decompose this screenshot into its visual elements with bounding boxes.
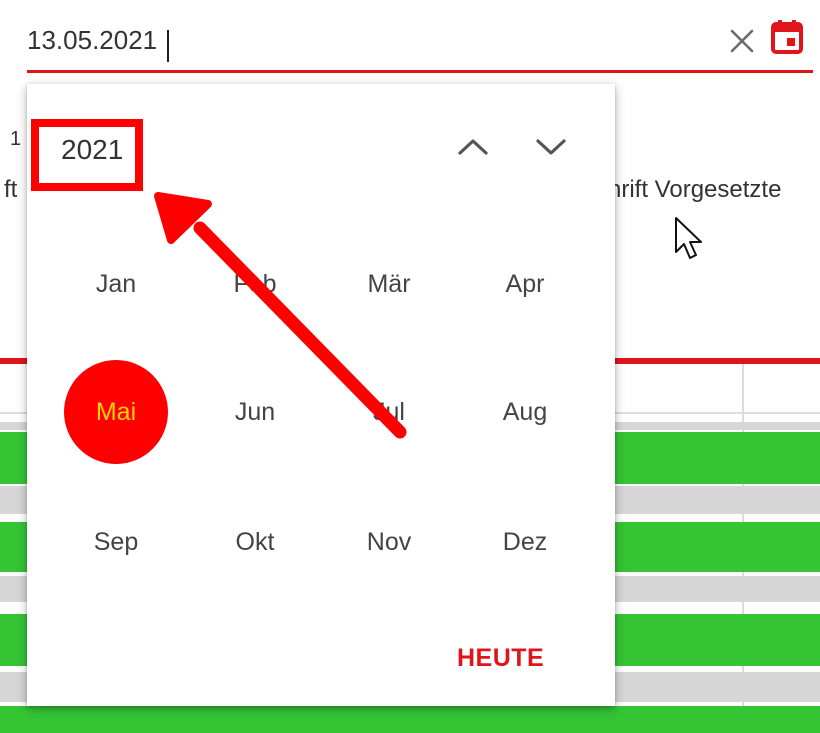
month-jun[interactable]: Jun xyxy=(203,360,307,464)
month-may-selected[interactable]: Mai xyxy=(64,360,168,464)
date-input[interactable] xyxy=(27,22,627,58)
table-row-status-bar xyxy=(0,706,820,733)
mouse-pointer-icon xyxy=(675,217,702,259)
annotation-highlight-box xyxy=(31,119,143,191)
month-dec[interactable]: Dez xyxy=(473,490,577,594)
today-button[interactable]: HEUTE xyxy=(457,644,544,673)
close-icon xyxy=(730,29,754,53)
background-text-fragment: ft xyxy=(4,176,18,203)
month-aug[interactable]: Aug xyxy=(473,360,577,464)
month-nov[interactable]: Nov xyxy=(337,490,441,594)
date-field[interactable] xyxy=(27,10,813,73)
calendar-icon xyxy=(771,20,803,54)
month-feb[interactable]: Feb xyxy=(203,232,307,336)
month-oct[interactable]: Okt xyxy=(203,490,307,594)
chevron-up-icon xyxy=(458,139,488,155)
chevron-down-icon xyxy=(536,139,566,155)
next-year-button[interactable] xyxy=(533,132,569,162)
background-text-fragment: 1 xyxy=(10,128,22,150)
previous-year-button[interactable] xyxy=(455,132,491,162)
month-mar[interactable]: Mär xyxy=(337,232,441,336)
clear-button[interactable] xyxy=(727,26,757,56)
month-apr[interactable]: Apr xyxy=(473,232,577,336)
calendar-button[interactable] xyxy=(769,18,805,56)
month-picker-popup: 2021 Jan Feb Mär Apr Mai Jun Jul Aug Sep… xyxy=(27,84,615,706)
month-jul[interactable]: Jul xyxy=(337,360,441,464)
month-jan[interactable]: Jan xyxy=(64,232,168,336)
month-sep[interactable]: Sep xyxy=(64,490,168,594)
column-header-supervisor-signature: hrift Vorgesetzte xyxy=(608,176,782,203)
text-caret xyxy=(167,30,169,62)
